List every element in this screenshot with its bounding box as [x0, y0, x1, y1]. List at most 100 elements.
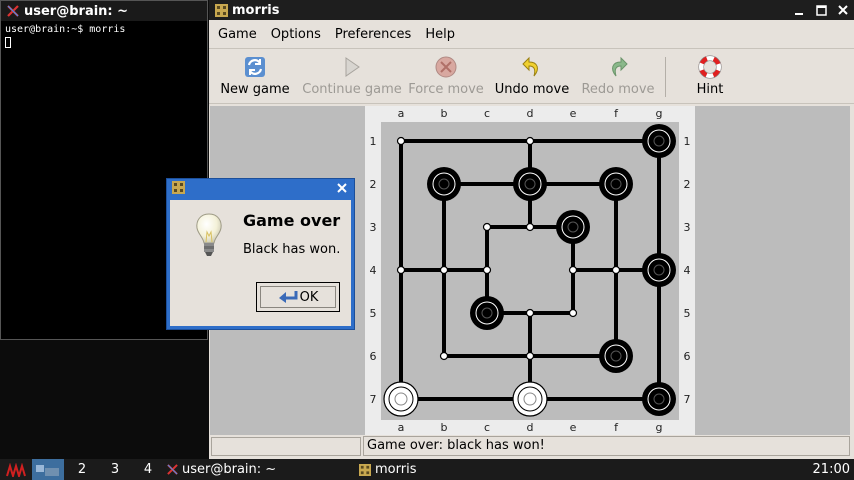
workspace-1[interactable] — [32, 459, 64, 480]
board-point[interactable] — [525, 351, 535, 361]
enter-arrow-icon — [278, 291, 298, 303]
column-label-bottom: a — [398, 421, 405, 434]
board-point[interactable] — [439, 265, 449, 275]
board-point[interactable] — [568, 265, 578, 275]
black-piece[interactable] — [470, 296, 504, 330]
menu-game[interactable]: Game — [211, 27, 264, 42]
game-over-dialog[interactable]: Game over Black has won. OK — [166, 178, 355, 330]
morris-titlebar[interactable]: morris — [209, 0, 854, 20]
row-label-left: 6 — [370, 350, 377, 363]
clock: 21:00 — [812, 462, 850, 477]
menu-help[interactable]: Help — [418, 27, 462, 42]
board-point[interactable] — [482, 222, 492, 232]
column-label-bottom: c — [484, 421, 490, 434]
column-label-top: d — [527, 107, 534, 120]
row-label-left: 7 — [370, 393, 377, 406]
force-move-label: Force move — [408, 82, 484, 97]
workspace-2[interactable]: 2 — [66, 459, 98, 480]
morris-app-icon — [359, 463, 371, 476]
workspace-3[interactable]: 3 — [99, 459, 131, 480]
column-label-bottom: b — [441, 421, 448, 434]
minimize-icon[interactable] — [792, 3, 806, 17]
stop-icon — [435, 56, 457, 78]
row-label-right: 5 — [684, 307, 691, 320]
black-piece[interactable] — [599, 167, 633, 201]
row-label-left: 3 — [370, 221, 377, 234]
taskbar: 2 3 4 user@brain: ~ morris 21:00 — [0, 459, 854, 480]
continue-game-label: Continue game — [302, 82, 402, 97]
morris-title: morris — [232, 2, 280, 18]
terminal-titlebar[interactable]: user@brain: ~ — [1, 1, 207, 21]
continue-game-button[interactable]: Continue game — [301, 49, 403, 103]
column-label-bottom: d — [527, 421, 534, 434]
row-label-right: 6 — [684, 350, 691, 363]
new-game-button[interactable]: New game — [209, 49, 301, 103]
redo-move-label: Redo move — [581, 82, 655, 97]
column-label-top: g — [656, 107, 663, 120]
menu-bar: Game Options Preferences Help — [209, 22, 854, 46]
hint-button[interactable]: Hint — [676, 49, 744, 103]
redo-icon — [612, 56, 628, 77]
row-label-right: 3 — [684, 221, 691, 234]
row-label-right: 1 — [684, 135, 691, 148]
black-piece[interactable] — [642, 124, 676, 158]
lightbulb-icon — [196, 213, 222, 256]
black-piece[interactable] — [556, 210, 590, 244]
task-terminal[interactable]: user@brain: ~ — [167, 459, 276, 480]
board-point[interactable] — [482, 265, 492, 275]
x-terminal-icon — [6, 4, 20, 18]
morris-app-icon — [214, 3, 228, 17]
row-label-right: 7 — [684, 393, 691, 406]
redo-move-button[interactable]: Redo move — [575, 49, 661, 103]
board-point[interactable] — [396, 265, 406, 275]
task-morris[interactable]: morris — [359, 459, 416, 480]
status-message: Game over: black has won! — [363, 436, 850, 456]
column-label-top: e — [570, 107, 577, 120]
workspace-preview-icon — [36, 464, 59, 476]
force-move-button[interactable]: Force move — [403, 49, 489, 103]
column-label-top: c — [484, 107, 490, 120]
terminal-content[interactable]: user@brain:~$ morris — [5, 24, 125, 48]
board-point[interactable] — [525, 136, 535, 146]
black-piece[interactable] — [642, 382, 676, 416]
ok-button[interactable]: OK — [256, 282, 340, 312]
dialog-titlebar[interactable] — [167, 179, 354, 199]
row-label-left: 2 — [370, 178, 377, 191]
maximize-icon[interactable] — [814, 3, 828, 17]
row-label-right: 2 — [684, 178, 691, 191]
hint-label: Hint — [696, 82, 724, 97]
board-point[interactable] — [568, 308, 578, 318]
close-icon[interactable] — [836, 3, 850, 17]
black-piece[interactable] — [599, 339, 633, 373]
menu-preferences[interactable]: Preferences — [328, 27, 418, 42]
x-terminal-icon — [167, 464, 178, 475]
column-label-top: a — [398, 107, 405, 120]
terminal-title: user@brain: ~ — [24, 3, 129, 19]
terminal-prompt-line: user@brain:~$ morris — [5, 24, 126, 35]
row-label-right: 4 — [684, 264, 691, 277]
board-point[interactable] — [525, 308, 535, 318]
column-label-bottom: e — [570, 421, 577, 434]
undo-move-label: Undo move — [494, 82, 570, 97]
black-piece[interactable] — [513, 167, 547, 201]
black-piece[interactable] — [427, 167, 461, 201]
board-point[interactable] — [611, 265, 621, 275]
dialog-close-icon[interactable] — [336, 182, 348, 198]
board-point[interactable] — [525, 222, 535, 232]
board-point[interactable] — [439, 351, 449, 361]
status-bar: Game over: black has won! — [209, 435, 854, 457]
menu-options[interactable]: Options — [264, 27, 328, 42]
dialog-title: Game over — [243, 211, 341, 230]
status-bar-left — [211, 437, 361, 456]
board-point[interactable] — [396, 136, 406, 146]
task-morris-label: morris — [375, 462, 417, 477]
row-label-left: 1 — [370, 135, 377, 148]
play-icon — [345, 57, 360, 77]
black-piece[interactable] — [642, 253, 676, 287]
row-label-left: 5 — [370, 307, 377, 320]
undo-move-button[interactable]: Undo move — [489, 49, 575, 103]
column-label-bottom: g — [656, 421, 663, 434]
workspace-4[interactable]: 4 — [132, 459, 164, 480]
ok-label: OK — [299, 289, 319, 305]
start-menu-icon[interactable] — [4, 459, 30, 480]
